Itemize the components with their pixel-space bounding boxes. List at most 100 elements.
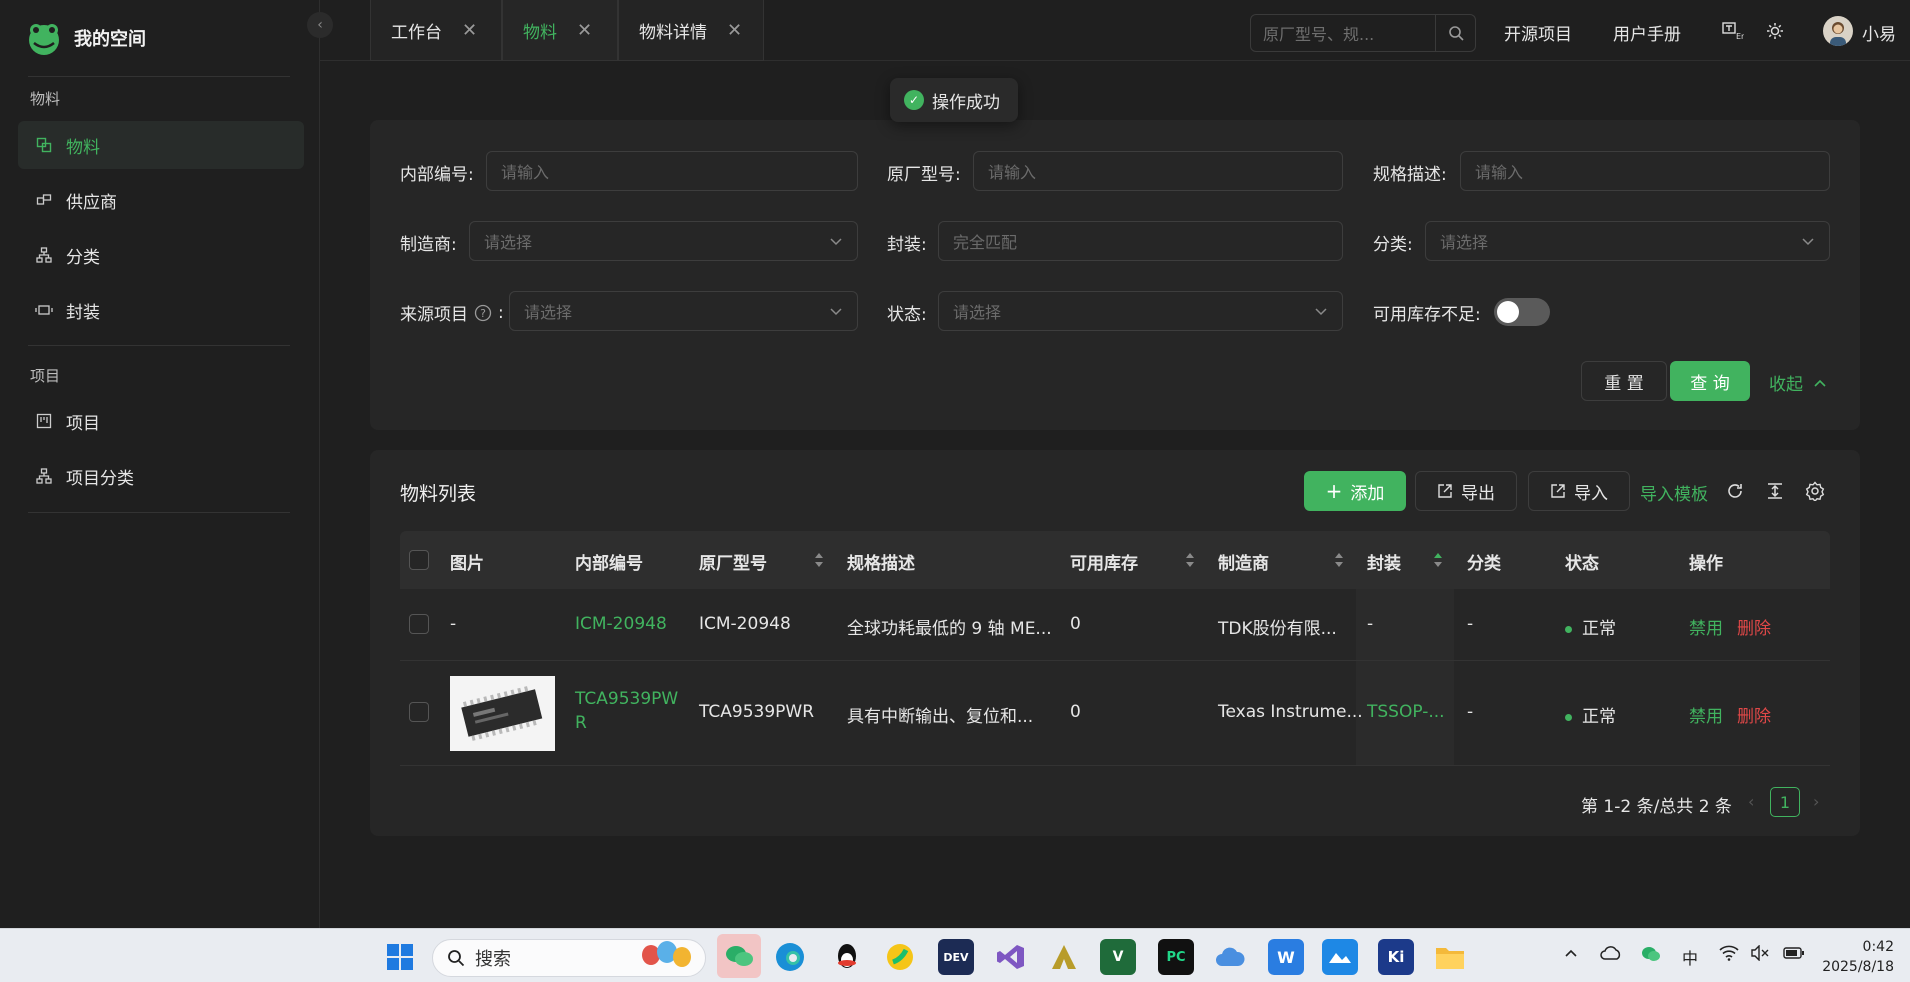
pycharm-app-icon[interactable]: PC xyxy=(1158,939,1194,975)
export-button[interactable]: 导出 xyxy=(1415,471,1517,511)
clock-date: 2025/8/18 xyxy=(1822,959,1894,975)
tab-material-detail[interactable]: 物料详情 ✕ xyxy=(618,0,764,61)
battery-icon[interactable] xyxy=(1783,945,1805,964)
status-select[interactable]: 请选择 xyxy=(938,291,1343,331)
cloud-app-icon[interactable] xyxy=(1212,939,1248,975)
vim-app-icon[interactable]: V xyxy=(1100,939,1136,975)
prev-page-icon[interactable]: ‹ xyxy=(1748,792,1754,811)
row-checkbox[interactable] xyxy=(409,702,429,722)
settings-icon[interactable] xyxy=(1804,480,1826,502)
devexpress-app-icon[interactable]: DEV xyxy=(938,939,974,975)
status-dot-icon xyxy=(1565,625,1572,633)
sidebar-item-project[interactable]: 项目 xyxy=(18,397,304,445)
cell-internal-no-link[interactable]: ICM-20948 xyxy=(575,614,667,634)
internal-no-input[interactable]: 请输入 xyxy=(486,151,858,191)
cell-package-link[interactable]: TSSOP-... xyxy=(1367,702,1445,722)
reset-button[interactable]: 重 置 xyxy=(1581,361,1667,401)
internal-no-line: TCA9539PW xyxy=(575,689,679,709)
add-button[interactable]: + 添加 xyxy=(1304,471,1406,511)
kicad-app-icon[interactable]: Ki xyxy=(1378,939,1414,975)
low-stock-toggle[interactable] xyxy=(1494,298,1550,326)
sidebar-item-supplier[interactable]: 供应商 xyxy=(18,176,304,224)
collapse-filters-link[interactable]: 收起 xyxy=(1769,370,1827,395)
sidebar-item-material[interactable]: 物料 xyxy=(18,121,304,169)
part-thumbnail[interactable] xyxy=(450,676,555,751)
cell-internal-no-link[interactable]: TCA9539PW R xyxy=(575,689,678,733)
frog-logo-icon xyxy=(29,24,59,55)
tray-overflow-icon[interactable] xyxy=(1563,945,1579,965)
close-icon[interactable]: ✕ xyxy=(727,20,742,41)
tab-material[interactable]: 物料 ✕ xyxy=(502,0,618,61)
next-page-icon[interactable]: › xyxy=(1813,792,1819,811)
mfr-part-input[interactable]: 请输入 xyxy=(973,151,1343,191)
column-header-manufacturer[interactable]: 制造商 xyxy=(1218,549,1269,574)
spec-input[interactable]: 请输入 xyxy=(1460,151,1830,191)
sidebar-item-category[interactable]: 分类 xyxy=(18,231,304,279)
app-title: 我的空间 xyxy=(74,29,146,50)
theme-toggle-icon[interactable] xyxy=(1764,20,1786,42)
altium-app-icon[interactable] xyxy=(1046,939,1082,975)
package-input[interactable]: 完全匹配 xyxy=(938,221,1343,261)
column-header-actions: 操作 xyxy=(1689,554,1723,574)
wifi-icon[interactable] xyxy=(1719,945,1739,965)
brand[interactable]: 我的空间 xyxy=(24,18,146,58)
ime-indicator[interactable]: 中 xyxy=(1682,945,1698,969)
status-dot-icon xyxy=(1565,713,1572,721)
wps-writer-icon[interactable]: W xyxy=(1268,939,1304,975)
search-button[interactable] xyxy=(1435,15,1475,51)
onedrive-icon[interactable] xyxy=(1600,945,1622,965)
file-explorer-icon[interactable] xyxy=(1432,939,1468,975)
username[interactable]: 小易 xyxy=(1862,20,1896,45)
manufacturer-select[interactable]: 请选择 xyxy=(469,221,858,261)
page-1-button[interactable]: 1 xyxy=(1770,787,1800,817)
open-source-link[interactable]: 开源项目 xyxy=(1504,20,1572,45)
import-button[interactable]: 导入 xyxy=(1528,471,1630,511)
taskbar-search[interactable]: 搜索 xyxy=(432,939,706,977)
search-input[interactable]: 原厂型号、规... xyxy=(1251,15,1435,51)
music-app-icon[interactable] xyxy=(882,939,918,975)
avatar[interactable] xyxy=(1823,16,1853,46)
user-manual-link[interactable]: 用户手册 xyxy=(1613,20,1681,45)
column-height-icon[interactable] xyxy=(1764,480,1786,502)
column-header-internal-no[interactable]: 内部编号 xyxy=(575,549,643,574)
column-header-package[interactable]: 封装 xyxy=(1367,549,1401,574)
query-button[interactable]: 查 询 xyxy=(1670,361,1750,401)
wechat-app-icon[interactable] xyxy=(717,934,761,978)
row-checkbox[interactable] xyxy=(409,614,429,634)
export-label: 导出 xyxy=(1461,483,1495,504)
edge-browser-icon[interactable] xyxy=(772,939,808,975)
sidebar-group-label: 物料 xyxy=(30,90,61,108)
sidebar-item-package[interactable]: 封装 xyxy=(18,286,304,334)
windows-start-icon[interactable] xyxy=(382,939,418,975)
import-template-link[interactable]: 导入模板 xyxy=(1640,480,1708,505)
sidebar-item-project-category[interactable]: 项目分类 xyxy=(18,452,304,500)
sort-icon[interactable] xyxy=(1334,550,1344,570)
disable-link[interactable]: 禁用 xyxy=(1689,702,1723,727)
language-icon[interactable]: En xyxy=(1722,20,1744,42)
column-header-stock[interactable]: 可用库存 xyxy=(1070,549,1138,574)
close-icon[interactable]: ✕ xyxy=(462,20,477,41)
delete-link[interactable]: 删除 xyxy=(1737,702,1771,727)
sidebar-item-label: 物料 xyxy=(66,137,100,158)
wechat-tray-icon[interactable] xyxy=(1641,945,1661,967)
disable-link[interactable]: 禁用 xyxy=(1689,614,1723,639)
help-icon[interactable]: ? xyxy=(474,304,492,322)
lark-app-icon[interactable] xyxy=(1322,939,1358,975)
volume-muted-icon[interactable] xyxy=(1750,944,1770,965)
system-clock[interactable]: 0:42 2025/8/18 xyxy=(1820,937,1894,977)
source-project-select[interactable]: 请选择 xyxy=(509,291,858,331)
column-header-mfr-part[interactable]: 原厂型号 xyxy=(699,549,767,574)
status-text: 正常 xyxy=(1582,619,1616,639)
select-all-checkbox[interactable] xyxy=(409,550,429,570)
sort-asc-icon[interactable] xyxy=(1433,550,1443,570)
sort-icon[interactable] xyxy=(1185,550,1195,570)
visual-studio-icon[interactable] xyxy=(993,939,1029,975)
qq-app-icon[interactable] xyxy=(829,939,865,975)
column-header-spec: 规格描述 xyxy=(847,554,915,574)
close-icon[interactable]: ✕ xyxy=(577,20,592,41)
refresh-icon[interactable] xyxy=(1724,480,1746,502)
category-select[interactable]: 请选择 xyxy=(1425,221,1830,261)
delete-link[interactable]: 删除 xyxy=(1737,614,1771,639)
sort-icon[interactable] xyxy=(814,550,824,570)
tab-workbench[interactable]: 工作台 ✕ xyxy=(370,0,502,61)
